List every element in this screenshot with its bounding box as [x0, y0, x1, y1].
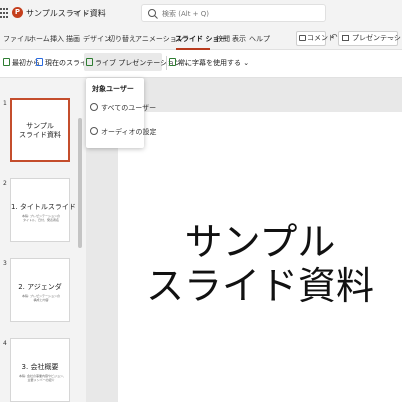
title-bar: P サンプルスライド資料 ᯤ ⌄ 検索 (Alt + Q) [0, 0, 402, 28]
present-label: プレゼンテーション [352, 34, 402, 42]
slide-thumbnail-1[interactable]: サンプル スライド資料 [10, 98, 70, 162]
menu-bar: ファイル ホーム 挿入 描画 デザイン 切り替え アニメーション スライド ショ… [0, 28, 402, 50]
present-button[interactable]: プレゼンテーション ⌄ [338, 31, 402, 46]
slide-canvas[interactable]: サンプル スライド資料 [118, 112, 402, 402]
audio-settings-option[interactable]: オーディオの設定 [86, 122, 157, 140]
app-launcher-icon[interactable] [0, 8, 8, 18]
tab-help[interactable]: ヘルプ [249, 34, 270, 44]
tab-view[interactable]: 表示 [232, 34, 246, 44]
slide-title-line-2: スライド資料 [145, 264, 374, 308]
slide-number: 4 [3, 340, 7, 347]
slide-thumbnail-title: サンプル スライド資料 [19, 122, 61, 139]
tab-review[interactable]: 校閲 [216, 34, 230, 44]
slide-thumbnail-title: 1. タイトルスライド [11, 203, 76, 211]
play-current-icon [36, 58, 43, 66]
slide-thumbnail-title: 2. アジェンダ [18, 283, 62, 291]
gear-icon [90, 127, 98, 135]
slide-number: 3 [3, 260, 7, 267]
slide-thumbnail-4[interactable]: 3. 会社概要 本稿: 会社の事業内容やビジョン、 主要メンバーの紹介 [10, 338, 70, 402]
slide-title-line-1: サンプル [184, 220, 336, 264]
comments-button[interactable]: コメント [296, 31, 335, 46]
from-beginning-button[interactable]: 最初から [3, 58, 40, 68]
audience-dropdown: 対象ユーザー すべてのユーザー オーディオの設定 [86, 78, 157, 148]
search-input[interactable]: 検索 (Alt + Q) [141, 4, 326, 22]
chevron-down-icon: ⌄ [388, 35, 394, 42]
all-users-label: すべてのユーザー [101, 104, 157, 112]
tab-file[interactable]: ファイル [3, 34, 31, 44]
slide-thumbnail-3[interactable]: 2. アジェンダ 本稿: プレゼンテーションの 構成と内容 [10, 258, 70, 322]
tab-draw[interactable]: 描画 [66, 34, 80, 44]
always-use-subtitles-button[interactable]: 常に字幕を使用する ⌄ [169, 58, 249, 68]
document-title[interactable]: サンプルスライド資料 [26, 8, 106, 19]
all-users-option[interactable]: すべてのユーザー [86, 98, 156, 116]
audio-settings-label: オーディオの設定 [101, 128, 157, 136]
slide-number: 2 [3, 180, 7, 187]
comment-icon [299, 35, 306, 41]
tab-home[interactable]: ホーム [29, 34, 50, 44]
thumbnail-scrollbar[interactable] [78, 118, 82, 248]
tab-design[interactable]: デザイン [83, 34, 111, 44]
subtitles-icon [169, 58, 176, 66]
present-icon [342, 35, 349, 41]
slide-thumbnail-2[interactable]: 1. タイトルスライド 本稿: プレゼンテーションの タイトル、日付、発表者名 [10, 178, 76, 242]
tab-transitions[interactable]: 切り替え [108, 34, 136, 44]
globe-icon [90, 103, 98, 111]
search-placeholder: 検索 (Alt + Q) [162, 10, 209, 18]
slide-thumbnail-title: 3. 会社概要 [21, 363, 59, 371]
search-icon [148, 9, 158, 19]
document-menu-chevron-icon[interactable]: ᯤ ⌄ [73, 7, 90, 18]
always-use-subtitles-label: 常に字幕を使用する ⌄ [178, 59, 250, 67]
slide-number: 1 [3, 100, 7, 107]
slide-thumbnail-body: 本稿: プレゼンテーションの 構成と内容 [22, 294, 60, 302]
slide-thumbnail-pane: 1 サンプル スライド資料 2 1. タイトルスライド 本稿: プレゼンテーショ… [0, 78, 86, 402]
powerpoint-icon: P [12, 7, 23, 18]
catch-up-icon[interactable]: ↶ [330, 33, 338, 43]
play-from-start-icon [3, 58, 10, 66]
slide-thumbnail-body: 本稿: プレゼンテーションの タイトル、日付、発表者名 [22, 214, 60, 222]
slide-thumbnail-body: 本稿: 会社の事業内容やビジョン、 主要メンバーの紹介 [19, 374, 66, 382]
dropdown-header: 対象ユーザー [92, 85, 134, 93]
live-presentation-icon [86, 58, 93, 66]
ribbon: 最初から 現在のスライドから ライブ プレゼンテーション ⌄ 常に字幕を使用する… [0, 50, 402, 78]
ribbon-separator [166, 56, 167, 70]
tab-insert[interactable]: 挿入 [50, 34, 64, 44]
slide-title[interactable]: サンプル スライド資料 [118, 220, 402, 308]
